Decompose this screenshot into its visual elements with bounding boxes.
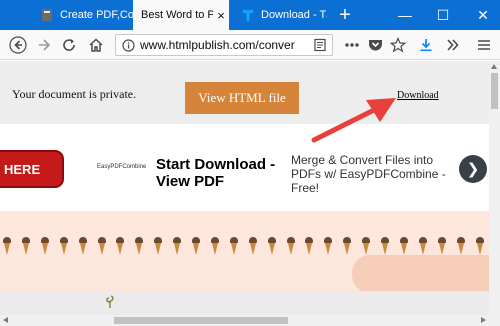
annotation-arrow bbox=[311, 98, 396, 143]
menu-icon[interactable] bbox=[472, 33, 496, 57]
decorative-sprout-icon bbox=[104, 295, 116, 314]
ice-cream-cone-icon bbox=[59, 237, 69, 257]
ice-cream-cone-icon bbox=[456, 237, 466, 257]
ice-cream-cone-icon bbox=[21, 237, 31, 257]
view-html-file-button[interactable]: View HTML file bbox=[185, 82, 299, 114]
tab-best-word-to-pdf[interactable]: Best Word to PD × bbox=[133, 0, 229, 30]
ad-headline[interactable]: Start Download - View PDF bbox=[156, 156, 286, 190]
ad-subtext: Merge & Convert Files into PDFs w/ EasyP… bbox=[291, 153, 446, 195]
ice-cream-cone-icon bbox=[134, 237, 144, 257]
scroll-up-arrow-icon[interactable] bbox=[491, 64, 497, 69]
site-info-icon[interactable] bbox=[122, 39, 135, 57]
tab-close-icon[interactable]: × bbox=[213, 8, 229, 23]
ice-cream-cone-icon bbox=[2, 237, 12, 257]
page-actions-icon[interactable] bbox=[340, 33, 364, 57]
reload-icon[interactable] bbox=[57, 33, 81, 57]
ice-cream-cone-icon bbox=[40, 237, 50, 257]
private-notice-bar: Your document is private. View HTML file… bbox=[0, 61, 489, 124]
ice-cream-cone-icon bbox=[78, 237, 88, 257]
window-close-button[interactable]: ✕ bbox=[470, 0, 496, 30]
ice-cream-cone-icon bbox=[97, 237, 107, 257]
ice-cream-cone-icon bbox=[437, 237, 447, 257]
scroll-right-arrow-icon[interactable] bbox=[481, 317, 486, 323]
tab-create-pdf[interactable]: Create PDF,Co bbox=[34, 0, 133, 30]
ice-cream-cone-icon bbox=[361, 237, 371, 257]
ice-cream-cone-icon bbox=[342, 237, 352, 257]
promo-banner bbox=[0, 211, 489, 293]
ad-here-button[interactable]: HERE bbox=[0, 150, 64, 188]
scroll-left-arrow-icon[interactable] bbox=[3, 317, 8, 323]
new-tab-button[interactable]: + bbox=[334, 3, 356, 27]
minimize-button[interactable]: — bbox=[392, 0, 418, 30]
ice-cream-cone-icon bbox=[380, 237, 390, 257]
ice-cream-cone-icon bbox=[475, 237, 485, 257]
banner-decoration bbox=[352, 255, 489, 293]
back-icon[interactable] bbox=[6, 33, 30, 57]
ice-cream-cone-icon bbox=[172, 237, 182, 257]
ad-logo: EasyPDFCombine bbox=[97, 164, 147, 170]
tab-label: Download - Tả bbox=[261, 9, 327, 21]
vertical-scrollbar[interactable] bbox=[489, 61, 500, 315]
ice-cream-cone-icon bbox=[153, 237, 163, 257]
bookmark-star-icon[interactable] bbox=[386, 33, 410, 57]
vertical-scroll-thumb[interactable] bbox=[491, 73, 498, 109]
pdf-book-icon bbox=[40, 8, 54, 22]
forward-icon[interactable] bbox=[32, 33, 56, 57]
ice-cream-cone-icon bbox=[399, 237, 409, 257]
ice-cream-cone-icon bbox=[304, 237, 314, 257]
tab-label: Create PDF,Co bbox=[60, 9, 133, 21]
ice-cream-cone-icon bbox=[115, 237, 125, 257]
tab-label: Best Word to PD bbox=[141, 9, 213, 21]
ad-banner[interactable]: HERE EasyPDFCombine Start Download - Vie… bbox=[0, 129, 489, 209]
horizontal-scrollbar[interactable] bbox=[0, 315, 500, 326]
ice-cream-cone-icon bbox=[191, 237, 201, 257]
ice-cream-cone-icon bbox=[248, 237, 258, 257]
maximize-button[interactable]: ☐ bbox=[430, 0, 456, 30]
tab-bar: Create PDF,Co Best Word to PD × Download… bbox=[0, 0, 500, 30]
private-notice-text: Your document is private. bbox=[12, 87, 137, 101]
reader-view-icon[interactable] bbox=[308, 33, 332, 57]
url-bar[interactable]: www.htmlpublish.com/conver bbox=[115, 34, 333, 56]
ice-cream-cone-icon bbox=[418, 237, 428, 257]
url-text[interactable]: www.htmlpublish.com/conver bbox=[140, 38, 310, 52]
overflow-icon[interactable] bbox=[441, 33, 465, 57]
download-icon[interactable] bbox=[414, 33, 438, 57]
page-bottom-strip bbox=[0, 291, 489, 315]
ice-cream-cone-icon bbox=[323, 237, 333, 257]
navigation-toolbar: www.htmlpublish.com/conver bbox=[0, 30, 500, 60]
ice-cream-cone-icon bbox=[210, 237, 220, 257]
ice-cream-cone-icon bbox=[229, 237, 239, 257]
horizontal-scroll-thumb[interactable] bbox=[114, 317, 288, 324]
ad-next-button[interactable]: ❯ bbox=[459, 155, 487, 183]
ice-cream-cone-icon bbox=[286, 237, 296, 257]
t-icon bbox=[241, 8, 255, 22]
tab-download[interactable]: Download - Tả bbox=[233, 0, 327, 30]
page-content: Your document is private. View HTML file… bbox=[0, 61, 489, 315]
pocket-icon[interactable] bbox=[363, 33, 387, 57]
home-icon[interactable] bbox=[84, 33, 108, 57]
ice-cream-cone-icon bbox=[267, 237, 277, 257]
